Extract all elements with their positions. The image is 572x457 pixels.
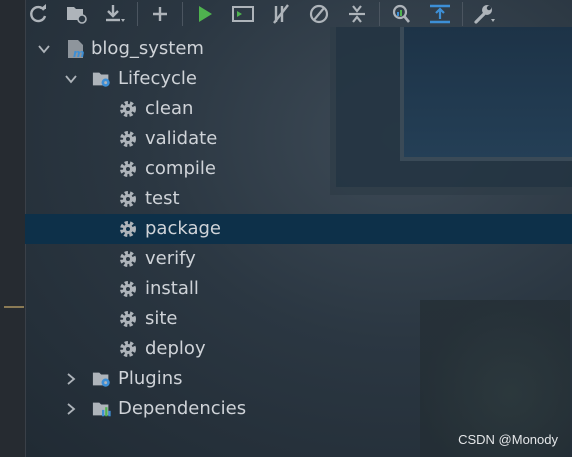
gear-icon — [118, 189, 138, 209]
gear-icon — [118, 219, 138, 239]
chevron-down-icon[interactable] — [37, 42, 51, 56]
lifecycle-folder-icon — [92, 69, 112, 89]
goal-label: test — [145, 188, 180, 209]
gear-icon — [118, 279, 138, 299]
reload-button[interactable] — [25, 2, 53, 26]
goal-label: compile — [145, 158, 216, 179]
svg-text:m: m — [73, 47, 84, 59]
toolbar-separator — [379, 1, 380, 26]
analyze-dependencies-icon — [392, 4, 410, 23]
gear-icon — [118, 99, 138, 119]
chevron-down-icon[interactable] — [64, 72, 78, 86]
gear-icon — [118, 249, 138, 269]
lifecycle-goal-item[interactable]: clean — [25, 94, 572, 124]
gear-icon — [118, 309, 138, 329]
goal-label: package — [145, 218, 221, 239]
show-dependencies-icon — [430, 4, 450, 23]
settings-wrench-icon — [474, 4, 495, 24]
lifecycle-goal-item[interactable]: validate — [25, 124, 572, 154]
gear-icon — [118, 159, 138, 179]
skip-tests-button[interactable] — [305, 2, 333, 26]
lifecycle-goal-item[interactable]: site — [25, 304, 572, 334]
watermark-text: CSDN @Monody — [458, 432, 558, 447]
maven-module-icon: m — [66, 39, 86, 59]
lifecycle-label: Lifecycle — [118, 68, 197, 89]
toggle-offline-icon — [273, 3, 289, 24]
plugins-folder-icon — [92, 369, 112, 389]
left-strip-marker — [4, 306, 24, 308]
gear-icon — [118, 129, 138, 149]
goal-label: deploy — [145, 338, 206, 359]
plugins-label: Plugins — [118, 368, 183, 389]
goal-label: install — [145, 278, 199, 299]
skip-tests-icon — [309, 4, 329, 23]
tree-item-project[interactable]: m blog_system — [25, 34, 572, 64]
tree-item-lifecycle[interactable]: Lifecycle — [25, 64, 572, 94]
execute-goal-button[interactable] — [229, 2, 257, 26]
lifecycle-goal-item-selected[interactable]: package — [25, 214, 572, 244]
lifecycle-goal-item[interactable]: verify — [25, 244, 572, 274]
run-button[interactable] — [191, 2, 219, 26]
tree-item-dependencies[interactable]: Dependencies — [25, 394, 572, 424]
chevron-right-icon[interactable] — [64, 372, 78, 386]
run-icon — [199, 5, 212, 22]
goal-label: verify — [145, 248, 196, 269]
analyze-dependencies-button[interactable] — [388, 2, 416, 26]
tree-item-plugins[interactable]: Plugins — [25, 364, 572, 394]
goal-label: validate — [145, 128, 218, 149]
run-config-icon — [232, 5, 254, 22]
refresh-icon — [30, 3, 47, 22]
lifecycle-goal-item[interactable]: test — [25, 184, 572, 214]
chevron-right-icon[interactable] — [64, 402, 78, 416]
download-sources-button[interactable] — [101, 2, 129, 26]
toolbar-separator — [137, 1, 138, 26]
left-tool-strip — [0, 0, 26, 457]
project-label: blog_system — [91, 38, 204, 59]
dependencies-label: Dependencies — [118, 398, 247, 419]
collapse-all-button[interactable] — [343, 2, 371, 26]
lifecycle-goal-item[interactable]: install — [25, 274, 572, 304]
toggle-offline-button[interactable] — [267, 2, 295, 26]
add-icon — [153, 6, 167, 21]
goal-label: clean — [145, 98, 194, 119]
maven-settings-button[interactable] — [471, 2, 499, 26]
dependencies-folder-icon — [92, 399, 112, 419]
toolbar-separator — [182, 1, 183, 26]
maven-toolbar — [25, 0, 572, 27]
open-folder-sync-icon — [67, 6, 87, 24]
generate-sources-button[interactable] — [63, 2, 91, 26]
gear-icon — [118, 339, 138, 359]
lifecycle-goal-item[interactable]: compile — [25, 154, 572, 184]
show-dependencies-button[interactable] — [426, 2, 454, 26]
toolbar-separator — [462, 1, 463, 26]
collapse-all-icon — [349, 4, 365, 23]
download-icon — [106, 4, 125, 22]
lifecycle-goal-item[interactable]: deploy — [25, 334, 572, 364]
goal-label: site — [145, 308, 178, 329]
maven-project-tree: m blog_system Lifecycle clean validate c… — [25, 34, 572, 424]
add-project-button[interactable] — [146, 2, 174, 26]
